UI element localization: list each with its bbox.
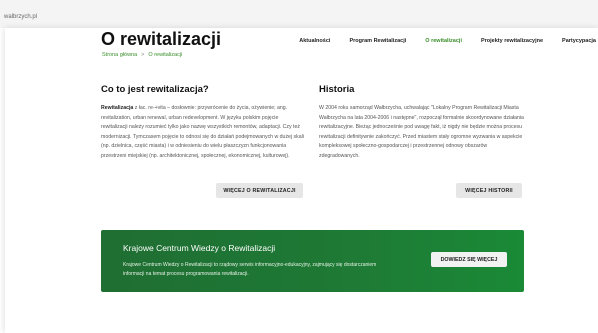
breadcrumb-separator: > [141,52,145,58]
page-title: O rewitalizacji [101,29,222,49]
breadcrumb-current: O rewitalizacji [148,52,183,58]
section-body-lead: Rewitalizacja [101,105,134,111]
section-heading: Historia [319,84,355,95]
browser-bar: walbrzych.pl [0,0,598,28]
breadcrumb: Strona główna > O rewitalizacji [102,52,182,58]
learn-more-button[interactable]: DOWIEDZ SIĘ WIĘCEJ [431,252,507,267]
banner-text: Krajowe Centrum Wiedzy o Rewitalizacji t… [123,262,377,277]
section-heading: Co to jest rewitalizacja? [101,84,209,95]
section-body: W 2004 roku samorząd Wałbrzycha, uchwala… [319,105,524,159]
more-history-button[interactable]: WIĘCEJ HISTORII [456,183,522,198]
nav-item-aktualnosci[interactable]: Aktualności [299,38,330,44]
nav-item-projekty-rewitalizacyjne[interactable]: Projekty rewitalizacyjne [481,38,543,44]
section-body-text: z łac. re-+vita – dosłownie: przywróceni… [101,105,304,159]
nav-item-o-rewitalizacji[interactable]: O rewitalizacji [425,38,462,44]
section-what-is-revitalization: Co to jest rewitalizacja? Rewitalizacja … [101,84,306,162]
more-about-revitalization-button[interactable]: WIĘCEJ O REWITALIZACJI [216,183,303,198]
kcwr-banner: Krajowe Centrum Wiedzy o Rewitalizacji K… [101,230,524,292]
section-body: Rewitalizacja z łac. re-+vita – dosłowni… [101,104,306,162]
section-history: Historia W 2004 roku samorząd Wałbrzycha… [319,84,524,162]
main-nav: Aktualności Program Rewitalizacji O rewi… [299,38,598,44]
breadcrumb-home[interactable]: Strona główna [102,52,137,58]
site-url[interactable]: walbrzych.pl [4,14,37,20]
nav-item-partycypacja[interactable]: Partycypacja [562,38,596,44]
nav-item-program-rewitalizacji[interactable]: Program Rewitalizacji [349,38,406,44]
banner-title: Krajowe Centrum Wiedzy o Rewitalizacji [123,243,276,253]
